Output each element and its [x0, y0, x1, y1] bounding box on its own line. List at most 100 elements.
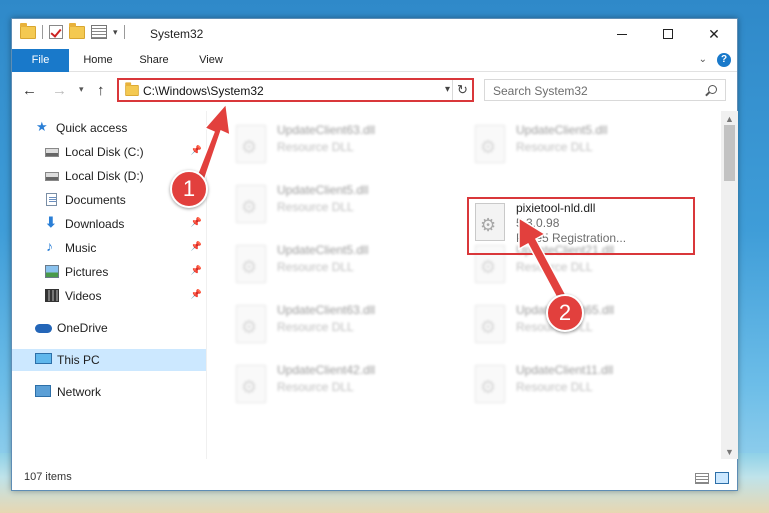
sidebar-item-label: Quick access: [56, 121, 128, 135]
customize-toolbar-icon[interactable]: ▾: [113, 27, 118, 38]
file-item[interactable]: UpdateClient63.dll Resource DLL: [230, 301, 458, 349]
file-type: Resource DLL: [277, 260, 354, 274]
dll-file-icon: [236, 365, 266, 403]
dll-file-icon: [236, 305, 266, 343]
large-icons-view-icon[interactable]: [715, 472, 729, 484]
file-name: UpdateClient42.dll: [277, 363, 376, 377]
properties-check-icon[interactable]: [49, 25, 63, 39]
drive-icon: [45, 148, 59, 157]
file-type: Resource DLL: [516, 140, 593, 154]
sidebar-item-label: Pictures: [65, 265, 109, 279]
dll-file-icon: [236, 125, 266, 163]
new-folder-icon[interactable]: [69, 22, 85, 39]
sidebar-item-label: OneDrive: [57, 321, 108, 335]
minimize-button[interactable]: [599, 19, 645, 49]
pin-icon[interactable]: 📌: [191, 145, 202, 156]
help-button[interactable]: ?: [717, 53, 731, 67]
sidebar-item-label: Videos: [65, 289, 102, 303]
up-button[interactable]: ↑: [97, 82, 105, 99]
pin-icon[interactable]: 📌: [191, 217, 202, 228]
dll-file-icon: [236, 245, 266, 283]
step-1-badge: 1: [170, 170, 208, 208]
search-icon: [708, 85, 717, 94]
dll-file-icon: [475, 305, 505, 343]
file-type: Resource DLL: [277, 380, 354, 394]
tab-share[interactable]: Share: [136, 49, 172, 72]
sidebar-item-label: Local Disk (D:): [65, 169, 144, 183]
sidebar-item-quick-access[interactable]: ★ Quick access: [12, 117, 206, 139]
separator: [123, 25, 125, 39]
ribbon-tabs: File Home Share View ⌄ ?: [12, 49, 737, 72]
scroll-thumb[interactable]: [724, 125, 735, 181]
file-type: Resource DLL: [277, 140, 354, 154]
sidebar-item-videos[interactable]: Videos 📌: [12, 285, 206, 307]
sidebar-item-label: Local Disk (C:): [65, 145, 144, 159]
videos-icon: [45, 289, 59, 302]
file-item[interactable]: UpdateClient11.dll Resource DLL: [469, 361, 697, 409]
music-icon: ♪: [46, 238, 53, 254]
sidebar-item-label: Downloads: [65, 217, 125, 231]
search-input[interactable]: Search System32: [484, 79, 726, 101]
sidebar-item-network[interactable]: Network: [12, 381, 206, 403]
file-item[interactable]: UpdateClient5.dll Resource DLL: [230, 181, 458, 229]
sidebar-item-local-disk-c[interactable]: Local Disk (C:) 📌: [12, 141, 206, 163]
file-explorer-window: ▾ System32 ✕ File Home Share View ⌄ ? ← …: [11, 18, 738, 491]
sidebar-item-music[interactable]: ♪ Music 📌: [12, 237, 206, 259]
window-title: System32: [150, 27, 204, 41]
details-view-icon[interactable]: [695, 473, 709, 484]
recent-locations-button[interactable]: ▾: [79, 84, 84, 95]
sidebar-item-label: This PC: [57, 353, 100, 367]
pin-icon[interactable]: 📌: [191, 241, 202, 252]
pin-icon[interactable]: 📌: [191, 265, 202, 276]
folder-icon: [20, 22, 36, 39]
close-button[interactable]: ✕: [691, 19, 737, 49]
dll-file-icon: [475, 365, 505, 403]
title-bar: ▾ System32 ✕: [12, 19, 737, 49]
scroll-up-icon[interactable]: ▲: [725, 114, 734, 124]
tab-view[interactable]: View: [196, 49, 226, 72]
tab-home[interactable]: Home: [78, 49, 118, 72]
sidebar-item-label: Network: [57, 385, 102, 399]
download-icon: ⬇: [45, 214, 57, 230]
file-name: UpdateClient11.dll: [516, 363, 614, 377]
file-type: Resource DLL: [277, 320, 354, 334]
drive-icon: [45, 172, 59, 181]
sidebar-item-downloads[interactable]: ⬇ Downloads 📌: [12, 213, 206, 235]
tab-file[interactable]: File: [12, 49, 69, 72]
address-highlight-box: [117, 78, 474, 102]
file-item[interactable]: UpdateClient5.dll Resource DLL: [230, 241, 458, 289]
vertical-scrollbar[interactable]: ▲ ▼: [721, 111, 738, 459]
file-name: UpdateClient63.dll: [277, 123, 376, 137]
network-icon: [35, 385, 51, 397]
view-properties-icon[interactable]: [91, 25, 107, 39]
file-item[interactable]: UpdateClient5.dll Resource DLL: [469, 121, 697, 169]
sidebar-item-onedrive[interactable]: OneDrive: [12, 317, 206, 339]
back-button[interactable]: ←: [22, 82, 37, 99]
dll-file-icon: [236, 185, 266, 223]
expand-ribbon-icon[interactable]: ⌄: [699, 54, 707, 65]
onedrive-icon: [35, 324, 52, 333]
forward-button[interactable]: →: [52, 82, 67, 99]
step-2-badge: 2: [546, 294, 584, 332]
maximize-button[interactable]: [645, 19, 691, 49]
minimize-icon: [617, 33, 627, 35]
file-name: UpdateClient5.dll: [277, 183, 369, 197]
close-icon: ✕: [708, 25, 720, 42]
file-item[interactable]: UpdateClient42.dll Resource DLL: [230, 361, 458, 409]
file-list: UpdateClient63.dll Resource DLL UpdateCl…: [208, 111, 721, 459]
pane-divider[interactable]: [206, 111, 207, 459]
file-name: UpdateClient5.dll: [516, 123, 608, 137]
pin-icon[interactable]: 📌: [191, 289, 202, 300]
sidebar-item-this-pc[interactable]: This PC: [12, 349, 206, 371]
file-item[interactable]: UpdateClient63.dll Resource DLL: [230, 121, 458, 169]
separator: [42, 25, 43, 39]
quick-access-toolbar: ▾: [20, 22, 125, 39]
file-name: UpdateClient63.dll: [277, 303, 376, 317]
dll-file-icon: [475, 125, 505, 163]
sidebar-item-pictures[interactable]: Pictures 📌: [12, 261, 206, 283]
star-icon: ★: [36, 119, 48, 134]
file-type: Resource DLL: [516, 380, 593, 394]
scroll-down-icon[interactable]: ▼: [725, 447, 734, 457]
documents-icon: [46, 193, 57, 206]
navigation-bar: ← → ▾ ↑ C:\Windows\System32 ▾ ↻ Search S…: [12, 73, 737, 109]
